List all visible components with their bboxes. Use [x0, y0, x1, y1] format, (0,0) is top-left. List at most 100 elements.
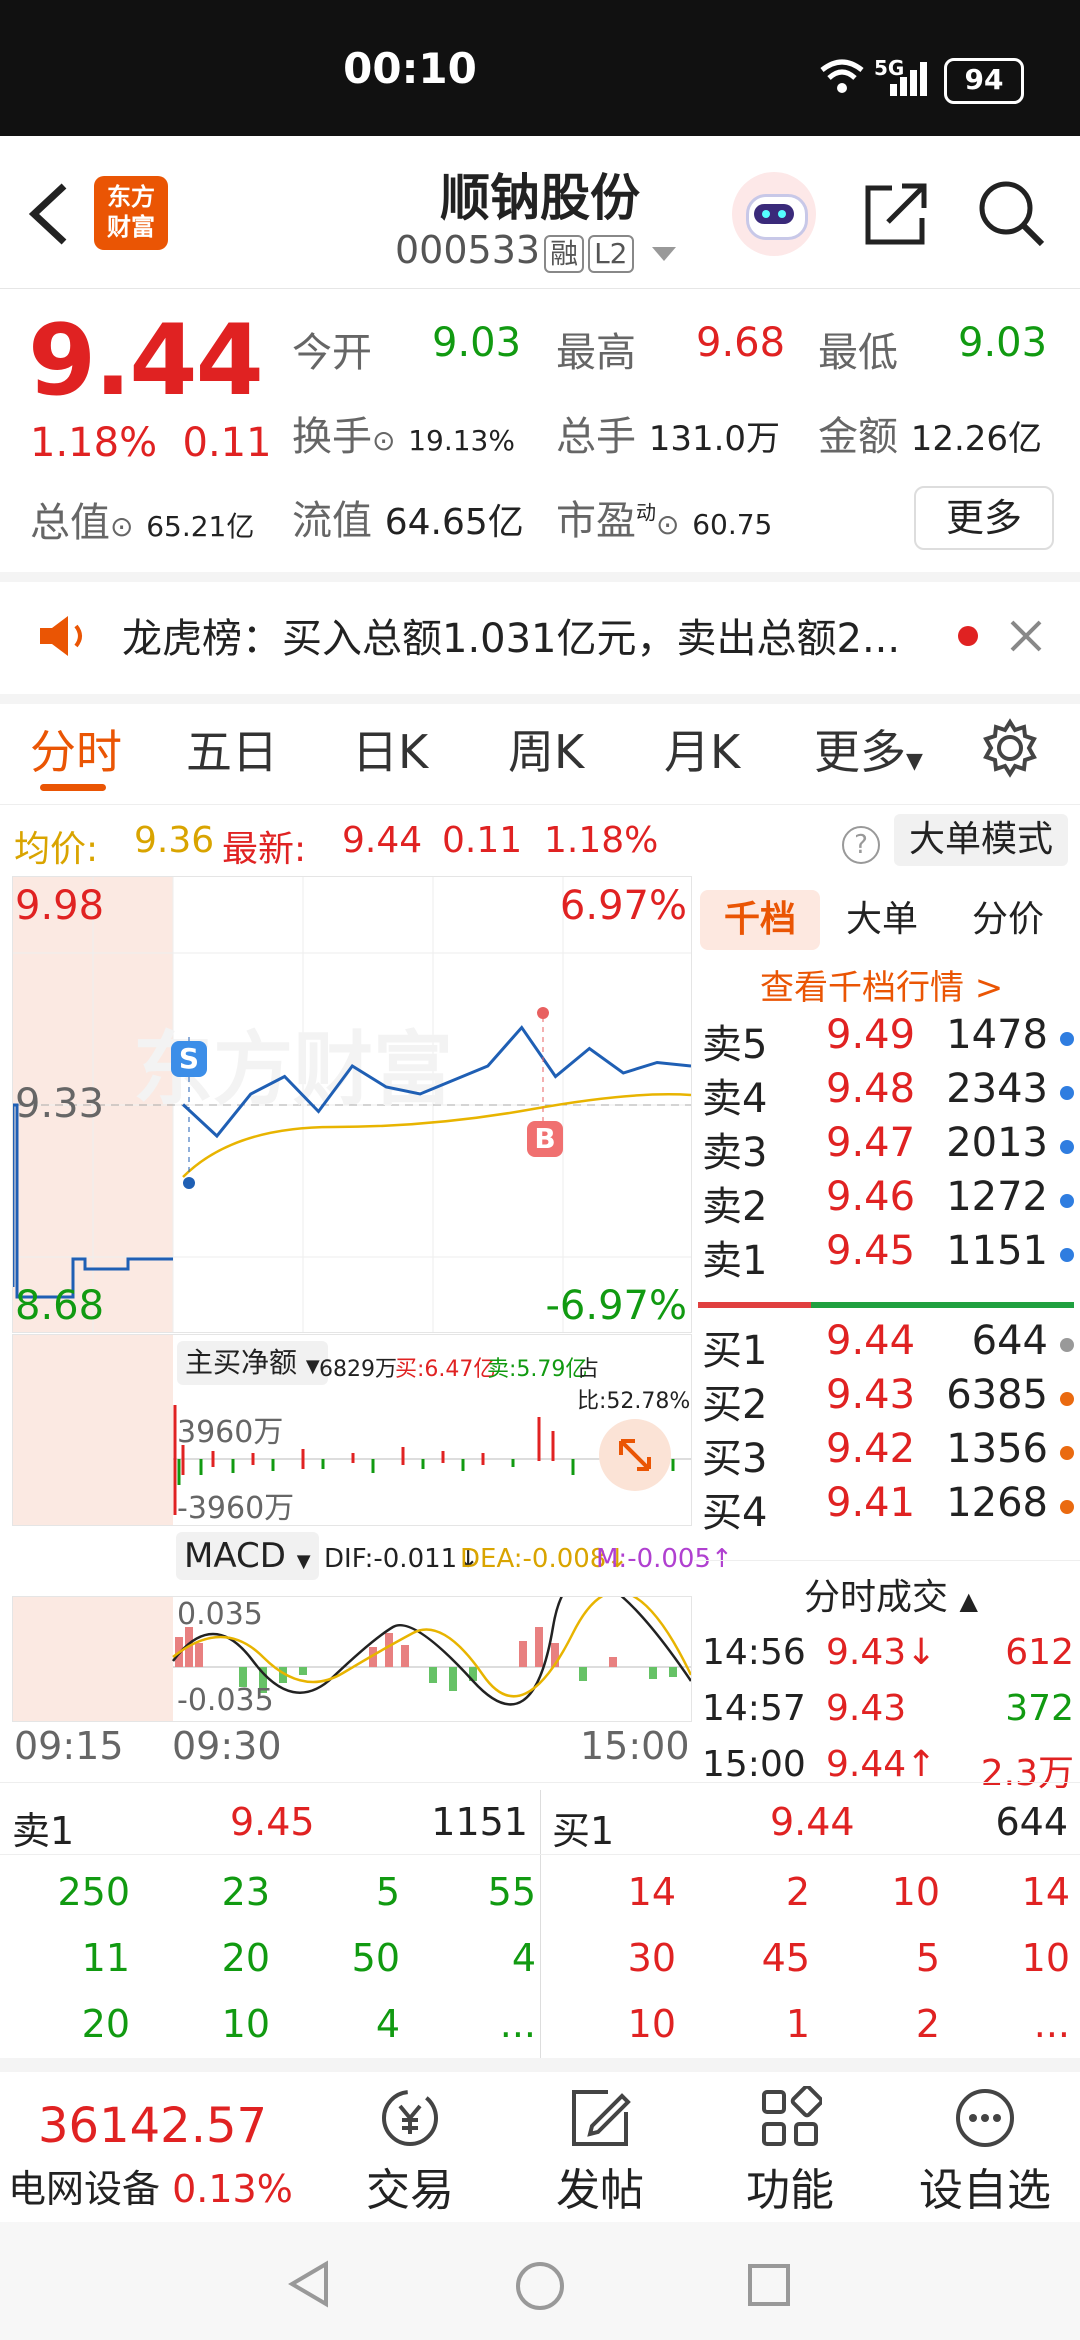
top-price-label: 9.98	[15, 883, 105, 929]
change-amount: 0.11	[182, 420, 272, 466]
intraday-chart[interactable]: 东方财富 S B 9.98 9.33 8.68 6.97% -6.97%	[12, 876, 692, 1333]
buy-queue-cell: 10	[627, 2002, 676, 2046]
bid-volume: 6385	[946, 1372, 1048, 1418]
trades-label: 分时成交	[804, 1577, 949, 1618]
bid-price: 9.42	[826, 1426, 916, 1472]
close-icon[interactable]	[1006, 616, 1046, 656]
money-flow-indicator[interactable]: 主买净额 ▼ 6829万 买:6.47亿 卖:5.79亿 占比:52.78% 3…	[12, 1334, 692, 1526]
tab-indicator	[40, 784, 106, 791]
tab-level-depth[interactable]: 千档	[700, 890, 820, 950]
divider	[0, 1854, 1080, 1855]
depth-link[interactable]: 查看千档行情 >	[760, 960, 1003, 1009]
latest-percent: 1.18%	[544, 820, 659, 861]
ask-row[interactable]: 卖4 9.48 2343	[702, 1066, 1078, 1122]
volume-label: 总手	[556, 414, 636, 460]
bid-row[interactable]: 买2 9.43 6385	[702, 1372, 1078, 1428]
function-button[interactable]: 功能	[730, 2084, 850, 2216]
pe-field: 市盈动⊙ 60.75	[556, 488, 772, 546]
avg-label: 均价:	[14, 829, 99, 870]
buy-queue-cell: 1	[785, 2002, 810, 2046]
ask-row[interactable]: 卖2 9.46 1272	[702, 1174, 1078, 1230]
tab-monthly-k[interactable]: 月K	[664, 716, 740, 782]
tab-big-order[interactable]: 大单	[846, 890, 918, 950]
ask-volume: 1478	[946, 1012, 1048, 1058]
bid-level: 买3	[702, 1436, 768, 1482]
nav-home-icon[interactable]	[514, 2260, 566, 2312]
market-cap: 总值⊙ 65.21亿	[30, 490, 254, 548]
dragon-tiger-notice[interactable]: 龙虎榜：买入总额1.031亿元，卖出总额2...	[0, 572, 1080, 704]
bid-ask-ratio-bar	[698, 1302, 1074, 1308]
notice-text: 龙虎榜：买入总额1.031亿元，卖出总额2...	[122, 616, 901, 662]
buy-queue-cell: 2	[785, 1870, 810, 1914]
dot-icon	[1060, 1194, 1074, 1208]
ask-row[interactable]: 卖3 9.47 2013	[702, 1120, 1078, 1176]
ask-level: 卖4	[702, 1076, 768, 1122]
big-order-mode-button[interactable]: 大单模式	[894, 814, 1068, 866]
queue-buy-vol: 644	[995, 1800, 1068, 1844]
info-circle-icon[interactable]: ⊙	[372, 424, 395, 457]
price-chart-svg: 东方财富	[13, 877, 691, 1332]
ask-volume: 1151	[946, 1228, 1048, 1274]
volume-field: 总手 131.0万	[556, 404, 780, 462]
tab-intraday[interactable]: 分时	[30, 716, 122, 782]
tab-daily-k[interactable]: 日K	[352, 716, 428, 782]
trade-volume: 372	[1005, 1688, 1074, 1729]
dot-icon	[1060, 1338, 1074, 1352]
stock-code: 000533	[395, 228, 541, 272]
search-icon[interactable]	[976, 178, 1048, 250]
float-label: 流值	[292, 498, 372, 544]
nav-back-icon[interactable]	[286, 2260, 330, 2308]
low-field: 最低	[818, 320, 898, 378]
stock-code-row[interactable]: 000533 融 L2	[395, 228, 676, 273]
nav-recent-icon[interactable]	[746, 2262, 792, 2308]
dot-icon	[1060, 1392, 1074, 1406]
settings-gear-icon[interactable]	[980, 718, 1040, 778]
macd-indicator[interactable]: MACD ▼ DIF:-0.011↓ DEA:-0.008↓ M:-0.005↑…	[12, 1530, 733, 1722]
trades-header[interactable]: 分时成交 ▲	[804, 1568, 978, 1620]
more-button[interactable]: 更多	[914, 486, 1054, 550]
quote-panel: 9.44 1.18% 0.11 总值⊙ 65.21亿 今开 9.03 最高 9.…	[0, 290, 1080, 570]
wifi-icon	[820, 59, 864, 93]
bottom-price-label: 8.68	[15, 1283, 105, 1329]
watchlist-label: 设自选	[919, 2165, 1051, 2216]
low-label: 最低	[818, 330, 898, 376]
buy-marker[interactable]: B	[527, 1121, 563, 1157]
trade-price: 9.43	[826, 1688, 907, 1729]
ask-row[interactable]: 卖5 9.49 1478	[702, 1012, 1078, 1068]
share-icon[interactable]	[862, 180, 930, 248]
bid-row[interactable]: 买3 9.42 1356	[702, 1426, 1078, 1482]
index-widget[interactable]: 36142.57 电网设备 0.13%	[8, 2098, 328, 2218]
info-circle-icon[interactable]: ⊙	[656, 508, 679, 541]
open-field: 今开	[292, 320, 372, 378]
bid-row[interactable]: 买4 9.41 1268	[702, 1480, 1078, 1536]
trade-button[interactable]: 交易	[350, 2086, 470, 2216]
tab-weekly-k[interactable]: 周K	[508, 716, 584, 782]
sell-queue-cell: 10	[221, 2002, 270, 2046]
ask-row[interactable]: 卖1 9.45 1151	[702, 1228, 1078, 1284]
mid-price-label: 9.33	[15, 1081, 105, 1127]
tab-more[interactable]: 更多▼	[814, 716, 923, 782]
chevron-down-icon	[651, 247, 676, 261]
tab-five-day[interactable]: 五日	[186, 716, 278, 782]
macd-selector[interactable]: MACD ▼	[176, 1532, 319, 1580]
dot-icon	[1060, 1248, 1074, 1262]
trade-price: 9.44↑	[826, 1744, 937, 1785]
tab-price-split[interactable]: 分价	[972, 890, 1044, 950]
ask-price: 9.47	[826, 1120, 916, 1166]
amount-value: 12.26亿	[910, 419, 1043, 459]
post-button[interactable]: 发帖	[540, 2086, 660, 2216]
add-watchlist-button[interactable]: 设自选	[900, 2086, 1070, 2216]
turnover-label: 换手	[292, 414, 372, 460]
status-bar: 00:10 5G 94	[0, 0, 1080, 136]
expand-icon[interactable]	[599, 1419, 671, 1491]
back-icon[interactable]	[26, 182, 70, 246]
help-icon[interactable]: ?	[842, 826, 880, 864]
sell-marker[interactable]: S	[171, 1041, 207, 1077]
turnover-field: 换手⊙ 19.13%	[292, 404, 515, 462]
queue-sell-vol: 1151	[431, 1800, 528, 1844]
info-circle-icon[interactable]: ⊙	[110, 510, 133, 543]
bid-row[interactable]: 买1 9.44 644	[702, 1318, 1078, 1374]
assistant-robot-icon[interactable]	[732, 172, 816, 256]
bid-level: 买2	[702, 1382, 768, 1428]
index-percent: 0.13%	[172, 2167, 293, 2211]
